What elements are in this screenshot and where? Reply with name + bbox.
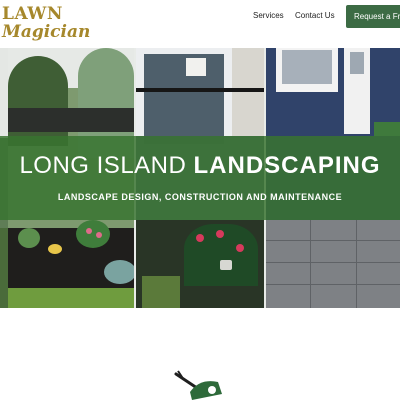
hero-banner: LONG ISLAND LANDSCAPING LANDSCAPE DESIGN… — [0, 48, 400, 308]
lawn-magician-logo[interactable]: LAWN Magician — [2, 4, 92, 44]
site-header: LAWN Magician Services Contact Us Reques… — [0, 0, 400, 48]
nav-services-link[interactable]: Services — [253, 11, 284, 21]
hero-title-bold: LANDSCAPING — [193, 152, 381, 179]
lawnmower-logo-icon — [170, 368, 230, 400]
logo-text-magician: Magician — [2, 22, 91, 42]
logo-text-lawn: LAWN — [2, 4, 63, 24]
nav-contact-us-link[interactable]: Contact Us — [295, 11, 335, 21]
hero-subtitle: LANDSCAPE DESIGN, CONSTRUCTION AND MAINT… — [57, 192, 343, 202]
hero-title-light: LONG ISLAND — [19, 152, 187, 179]
request-free-quote-button[interactable]: Request a Free — [346, 5, 400, 28]
hero-title: LONG ISLAND LANDSCAPING — [0, 152, 400, 180]
